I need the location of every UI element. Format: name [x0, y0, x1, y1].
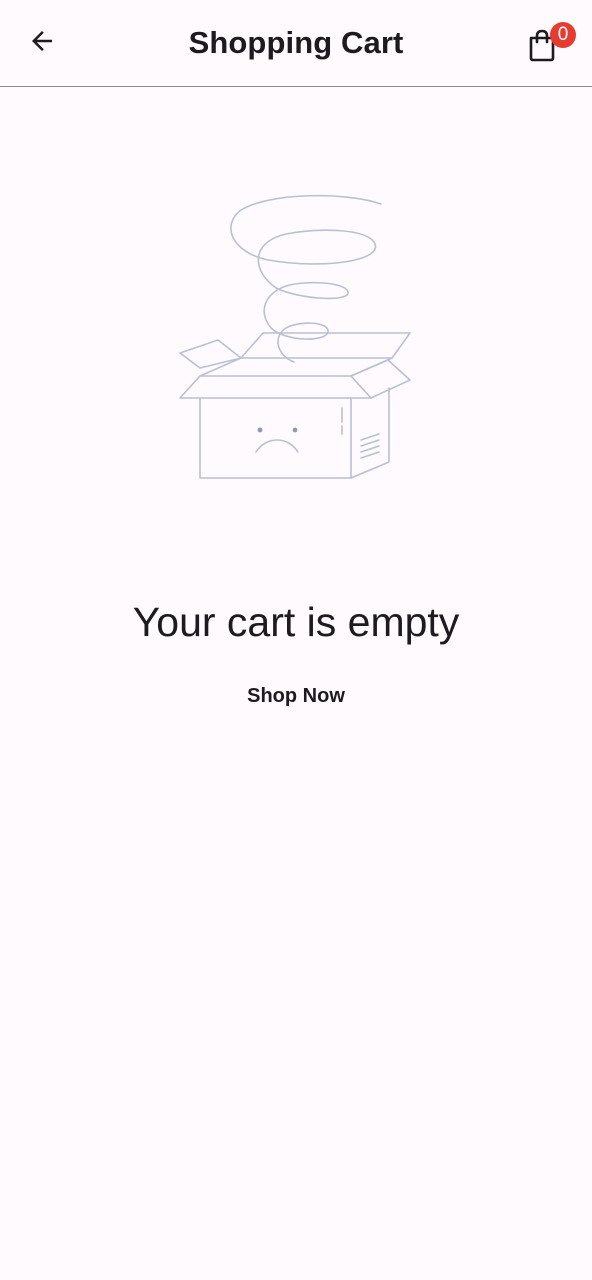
shopping-cart-screen: Shopping Cart 0 Your cart is empty Shop … [0, 0, 592, 1280]
cart-count-badge: 0 [550, 22, 576, 48]
empty-cart-message: Your cart is empty [132, 599, 460, 645]
app-bar: Shopping Cart 0 [0, 0, 592, 87]
page-title: Shopping Cart [188, 25, 404, 60]
cart-button[interactable]: 0 [522, 22, 576, 66]
shop-now-button[interactable]: Shop Now [221, 674, 371, 716]
empty-box-illustration [176, 190, 416, 484]
